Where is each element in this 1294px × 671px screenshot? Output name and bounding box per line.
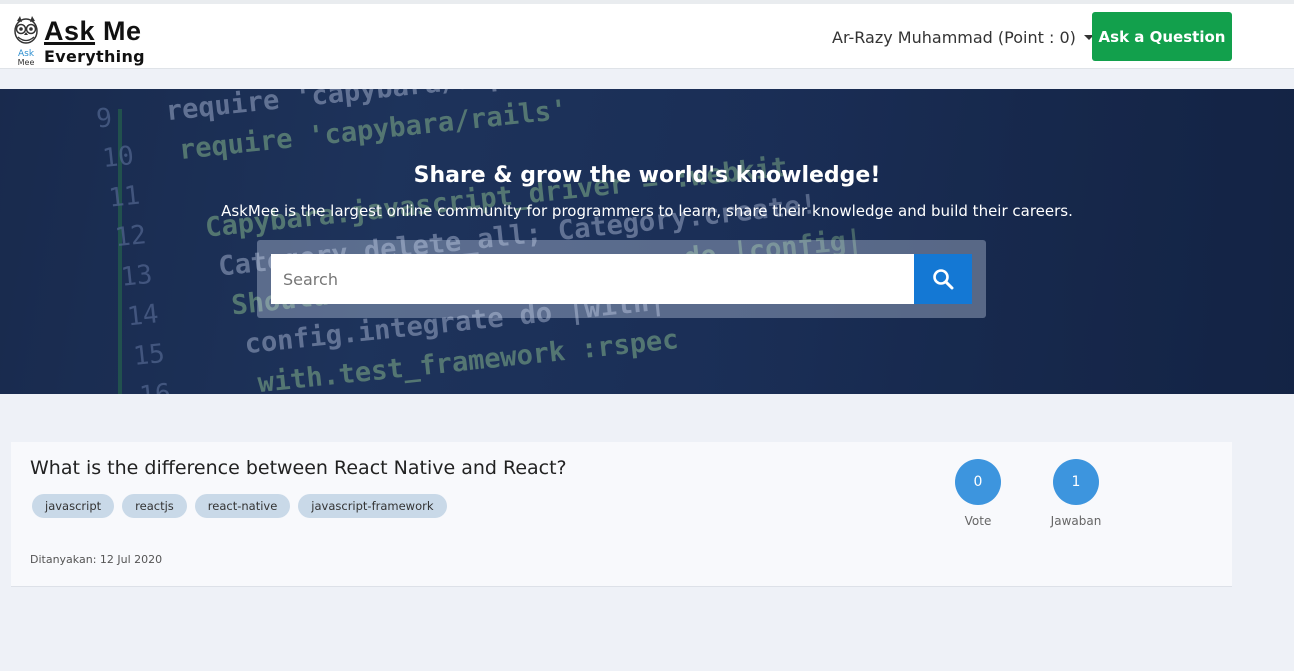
tag-reactjs[interactable]: reactjs — [122, 494, 187, 518]
owl-logo-icon: Ask Mee — [14, 16, 38, 66]
vote-stat: 0 Vote — [946, 459, 1010, 528]
brand-word-ask: Ask — [44, 16, 96, 46]
tag-javascript[interactable]: javascript — [32, 494, 115, 518]
question-card: What is the difference between React Nat… — [11, 442, 1232, 587]
brand-name-line1: Ask Me — [44, 16, 142, 47]
brand-logo[interactable]: Ask Mee Ask Me Everything — [12, 16, 152, 68]
vote-label: Vote — [964, 514, 992, 528]
tag-react-native[interactable]: react-native — [194, 494, 291, 518]
brand-name-line2: Everything — [44, 47, 145, 66]
user-label: Ar-Razy Muhammad (Point : 0) — [832, 27, 1076, 47]
search-input[interactable] — [271, 254, 914, 304]
search-icon — [933, 269, 954, 290]
answer-stat: 1 Jawaban — [1044, 459, 1108, 528]
owl-text-2: Mee — [18, 58, 35, 66]
brand-word-me: Me — [103, 16, 142, 46]
search-button[interactable] — [914, 254, 972, 304]
ask-question-button[interactable]: Ask a Question — [1092, 12, 1232, 61]
user-menu-dropdown[interactable]: Ar-Razy Muhammad (Point : 0) — [832, 26, 1094, 48]
hero-title: Share & grow the world's knowledge! — [413, 163, 881, 188]
answer-label: Jawaban — [1050, 514, 1102, 528]
tag-javascript-framework[interactable]: javascript-framework — [298, 494, 447, 518]
hero-subtitle: AskMee is the largest online community f… — [221, 202, 1073, 220]
question-tags: javascript reactjs react-native javascri… — [32, 494, 447, 518]
asked-date: Ditanyakan: 12 Jul 2020 — [30, 553, 163, 566]
hero-banner: 9require 'capybara/rspec'10require 'capy… — [0, 89, 1294, 394]
search-bar — [257, 240, 986, 318]
question-title-link[interactable]: What is the difference between React Nat… — [30, 457, 567, 479]
vote-count: 0 — [955, 459, 1001, 505]
navbar: Ask Mee Ask Me Everything Ar-Razy Muhamm… — [0, 4, 1294, 69]
answer-count: 1 — [1053, 459, 1099, 505]
